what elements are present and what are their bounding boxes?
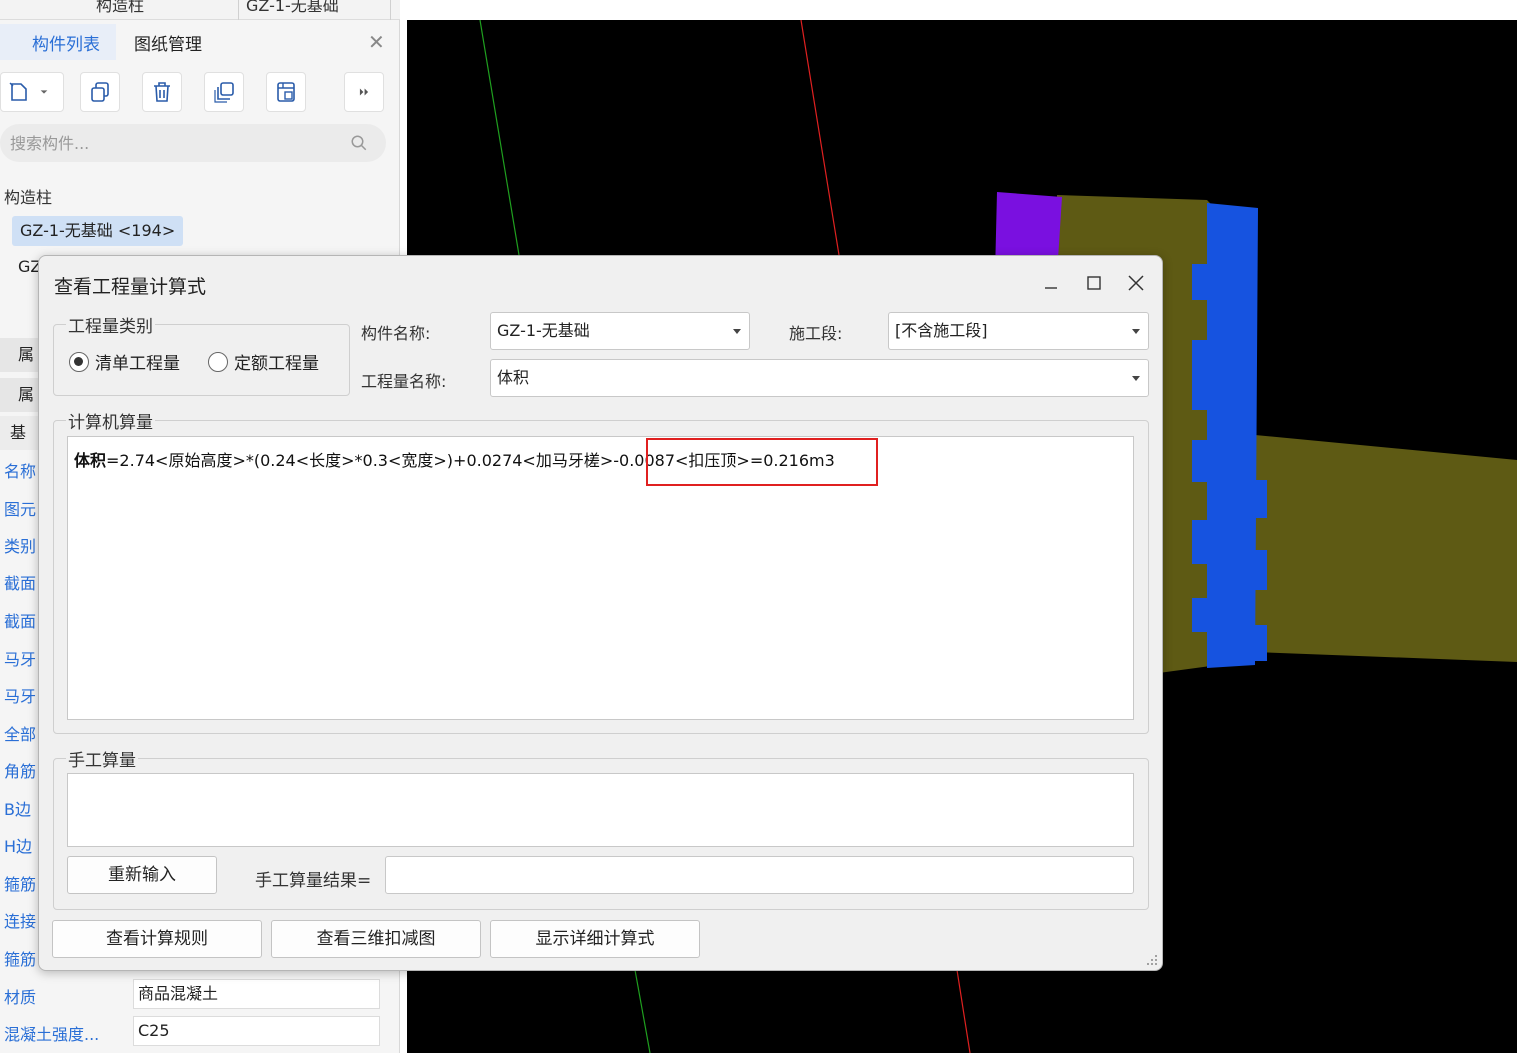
prop-label: 箍筋: [4, 950, 37, 969]
property-tab[interactable]: 属: [0, 378, 40, 412]
prop-label: 截面: [4, 574, 37, 593]
maximize-button[interactable]: [1079, 268, 1109, 298]
more-tools-button[interactable]: [344, 72, 384, 112]
construction-stage-value: [不含施工段]: [895, 321, 988, 340]
prop-label: 类别: [4, 537, 37, 556]
prop-value-concrete-grade[interactable]: C25: [133, 1016, 380, 1046]
reinput-button[interactable]: 重新输入: [67, 856, 217, 894]
manual-formula-input[interactable]: [67, 773, 1134, 847]
resize-grip-icon[interactable]: [1146, 954, 1158, 966]
double-chevron-right-icon: [359, 88, 369, 96]
top-divider: [390, 0, 391, 20]
close-button[interactable]: [1121, 268, 1151, 298]
x-axis-line: [800, 20, 840, 256]
minimize-button[interactable]: [1036, 268, 1066, 298]
top-divider: [238, 0, 239, 20]
prop-label: 图元: [4, 500, 37, 519]
radio-quota-quantity-label: 定额工程量: [234, 354, 319, 374]
quantity-name-value: 体积: [497, 368, 530, 387]
prop-label: 角筋: [4, 762, 37, 781]
close-icon[interactable]: ✕: [368, 30, 385, 54]
formula-display[interactable]: 体积=2.74<原始高度>*(0.24<长度>*0.3<宽度>)+0.0274<…: [67, 436, 1134, 720]
manual-result-input[interactable]: [385, 856, 1134, 894]
prop-label-concrete-grade: 混凝土强度...: [4, 1025, 100, 1044]
chevron-down-icon: [1132, 329, 1140, 334]
prop-label: H边: [4, 837, 33, 856]
tab-drawing-management[interactable]: 图纸管理: [134, 30, 202, 55]
quantity-name-select[interactable]: 体积: [490, 359, 1149, 397]
prop-label-material: 材质: [4, 988, 37, 1007]
top-cell-component-type[interactable]: 构造柱: [96, 0, 144, 16]
radio-checked-icon: [69, 351, 89, 372]
y-axis-line: [479, 20, 520, 256]
layer-copy-button[interactable]: [204, 72, 244, 112]
search-icon[interactable]: [350, 134, 368, 152]
top-cell-component-name[interactable]: GZ-1-无基础: [246, 0, 339, 16]
property-tab[interactable]: 属: [0, 338, 40, 372]
dialog-title: 查看工程量计算式: [54, 276, 207, 298]
new-file-icon: [9, 82, 27, 101]
copy-component-button[interactable]: [80, 72, 120, 112]
y-axis-line-lower: [634, 969, 651, 1053]
chevron-down-icon[interactable]: [39, 87, 49, 97]
x-axis-line-lower: [956, 969, 971, 1053]
trash-icon: [154, 82, 170, 102]
search-input[interactable]: [10, 131, 330, 155]
formula-quantity-name: 体积: [74, 451, 107, 470]
prop-label: 截面: [4, 612, 37, 631]
show-detailed-formula-button[interactable]: 显示详细计算式: [490, 920, 700, 958]
component-name-select[interactable]: GZ-1-无基础: [490, 312, 750, 350]
chevron-down-icon: [733, 329, 741, 334]
layers-copy-icon: [214, 82, 234, 103]
prop-label: B边: [4, 800, 31, 819]
quantity-formula-dialog: 查看工程量计算式 工程量类别 清单工程量 定额工程量 构件名称: GZ-1-无基…: [38, 255, 1163, 971]
prop-value-material[interactable]: 商品混凝土: [133, 979, 380, 1009]
tree-item-gz1[interactable]: GZ-1-无基础 <194>: [12, 216, 184, 246]
wall-segment: [1255, 435, 1517, 662]
column-tooth: [1253, 550, 1267, 590]
new-component-button[interactable]: [0, 72, 64, 112]
maximize-icon: [1087, 276, 1101, 290]
component-name-value: GZ-1-无基础: [497, 321, 590, 340]
construction-stage-select[interactable]: [不含施工段]: [888, 312, 1149, 350]
save-template-icon: [277, 82, 295, 102]
prop-label: 全部: [4, 725, 37, 744]
save-template-button[interactable]: [266, 72, 306, 112]
radio-bill-quantity-label: 清单工程量: [95, 354, 180, 374]
prop-label: 马牙: [4, 687, 37, 706]
chevron-down-icon: [1132, 376, 1140, 381]
column-tooth: [1253, 480, 1267, 518]
minimize-icon: [1045, 287, 1057, 289]
delete-component-button[interactable]: [142, 72, 182, 112]
column-tooth: [1253, 625, 1267, 661]
quantity-type-legend: 工程量类别: [68, 317, 153, 337]
tab-component-list[interactable]: 构件列表: [32, 30, 100, 55]
radio-bill-quantity[interactable]: 清单工程量: [69, 349, 180, 374]
radio-unchecked-icon: [208, 351, 228, 372]
view-3d-deduction-button[interactable]: 查看三维扣减图: [271, 920, 481, 958]
component-name-label: 构件名称:: [361, 324, 431, 343]
copy-icon: [91, 82, 109, 102]
prop-label: 马牙: [4, 650, 37, 669]
prop-label: 名称: [4, 462, 37, 481]
computer-calc-legend: 计算机算量: [68, 413, 153, 433]
property-group-basic[interactable]: 基: [0, 416, 40, 450]
manual-result-label: 手工算量结果=: [255, 871, 372, 891]
quantity-name-label: 工程量名称:: [361, 372, 447, 391]
view-calc-rules-button[interactable]: 查看计算规则: [52, 920, 262, 958]
tree-category-title[interactable]: 构造柱: [4, 184, 52, 208]
highlight-box: [646, 438, 878, 486]
component-search: [0, 124, 386, 162]
close-icon: [1128, 275, 1144, 291]
manual-calc-legend: 手工算量: [68, 751, 136, 771]
prop-label: 箍筋: [4, 875, 37, 894]
radio-quota-quantity[interactable]: 定额工程量: [208, 349, 319, 374]
prop-label: 连接: [4, 912, 37, 931]
top-strip: 构造柱 GZ-1-无基础: [0, 0, 400, 20]
construction-stage-label: 施工段:: [789, 324, 843, 343]
